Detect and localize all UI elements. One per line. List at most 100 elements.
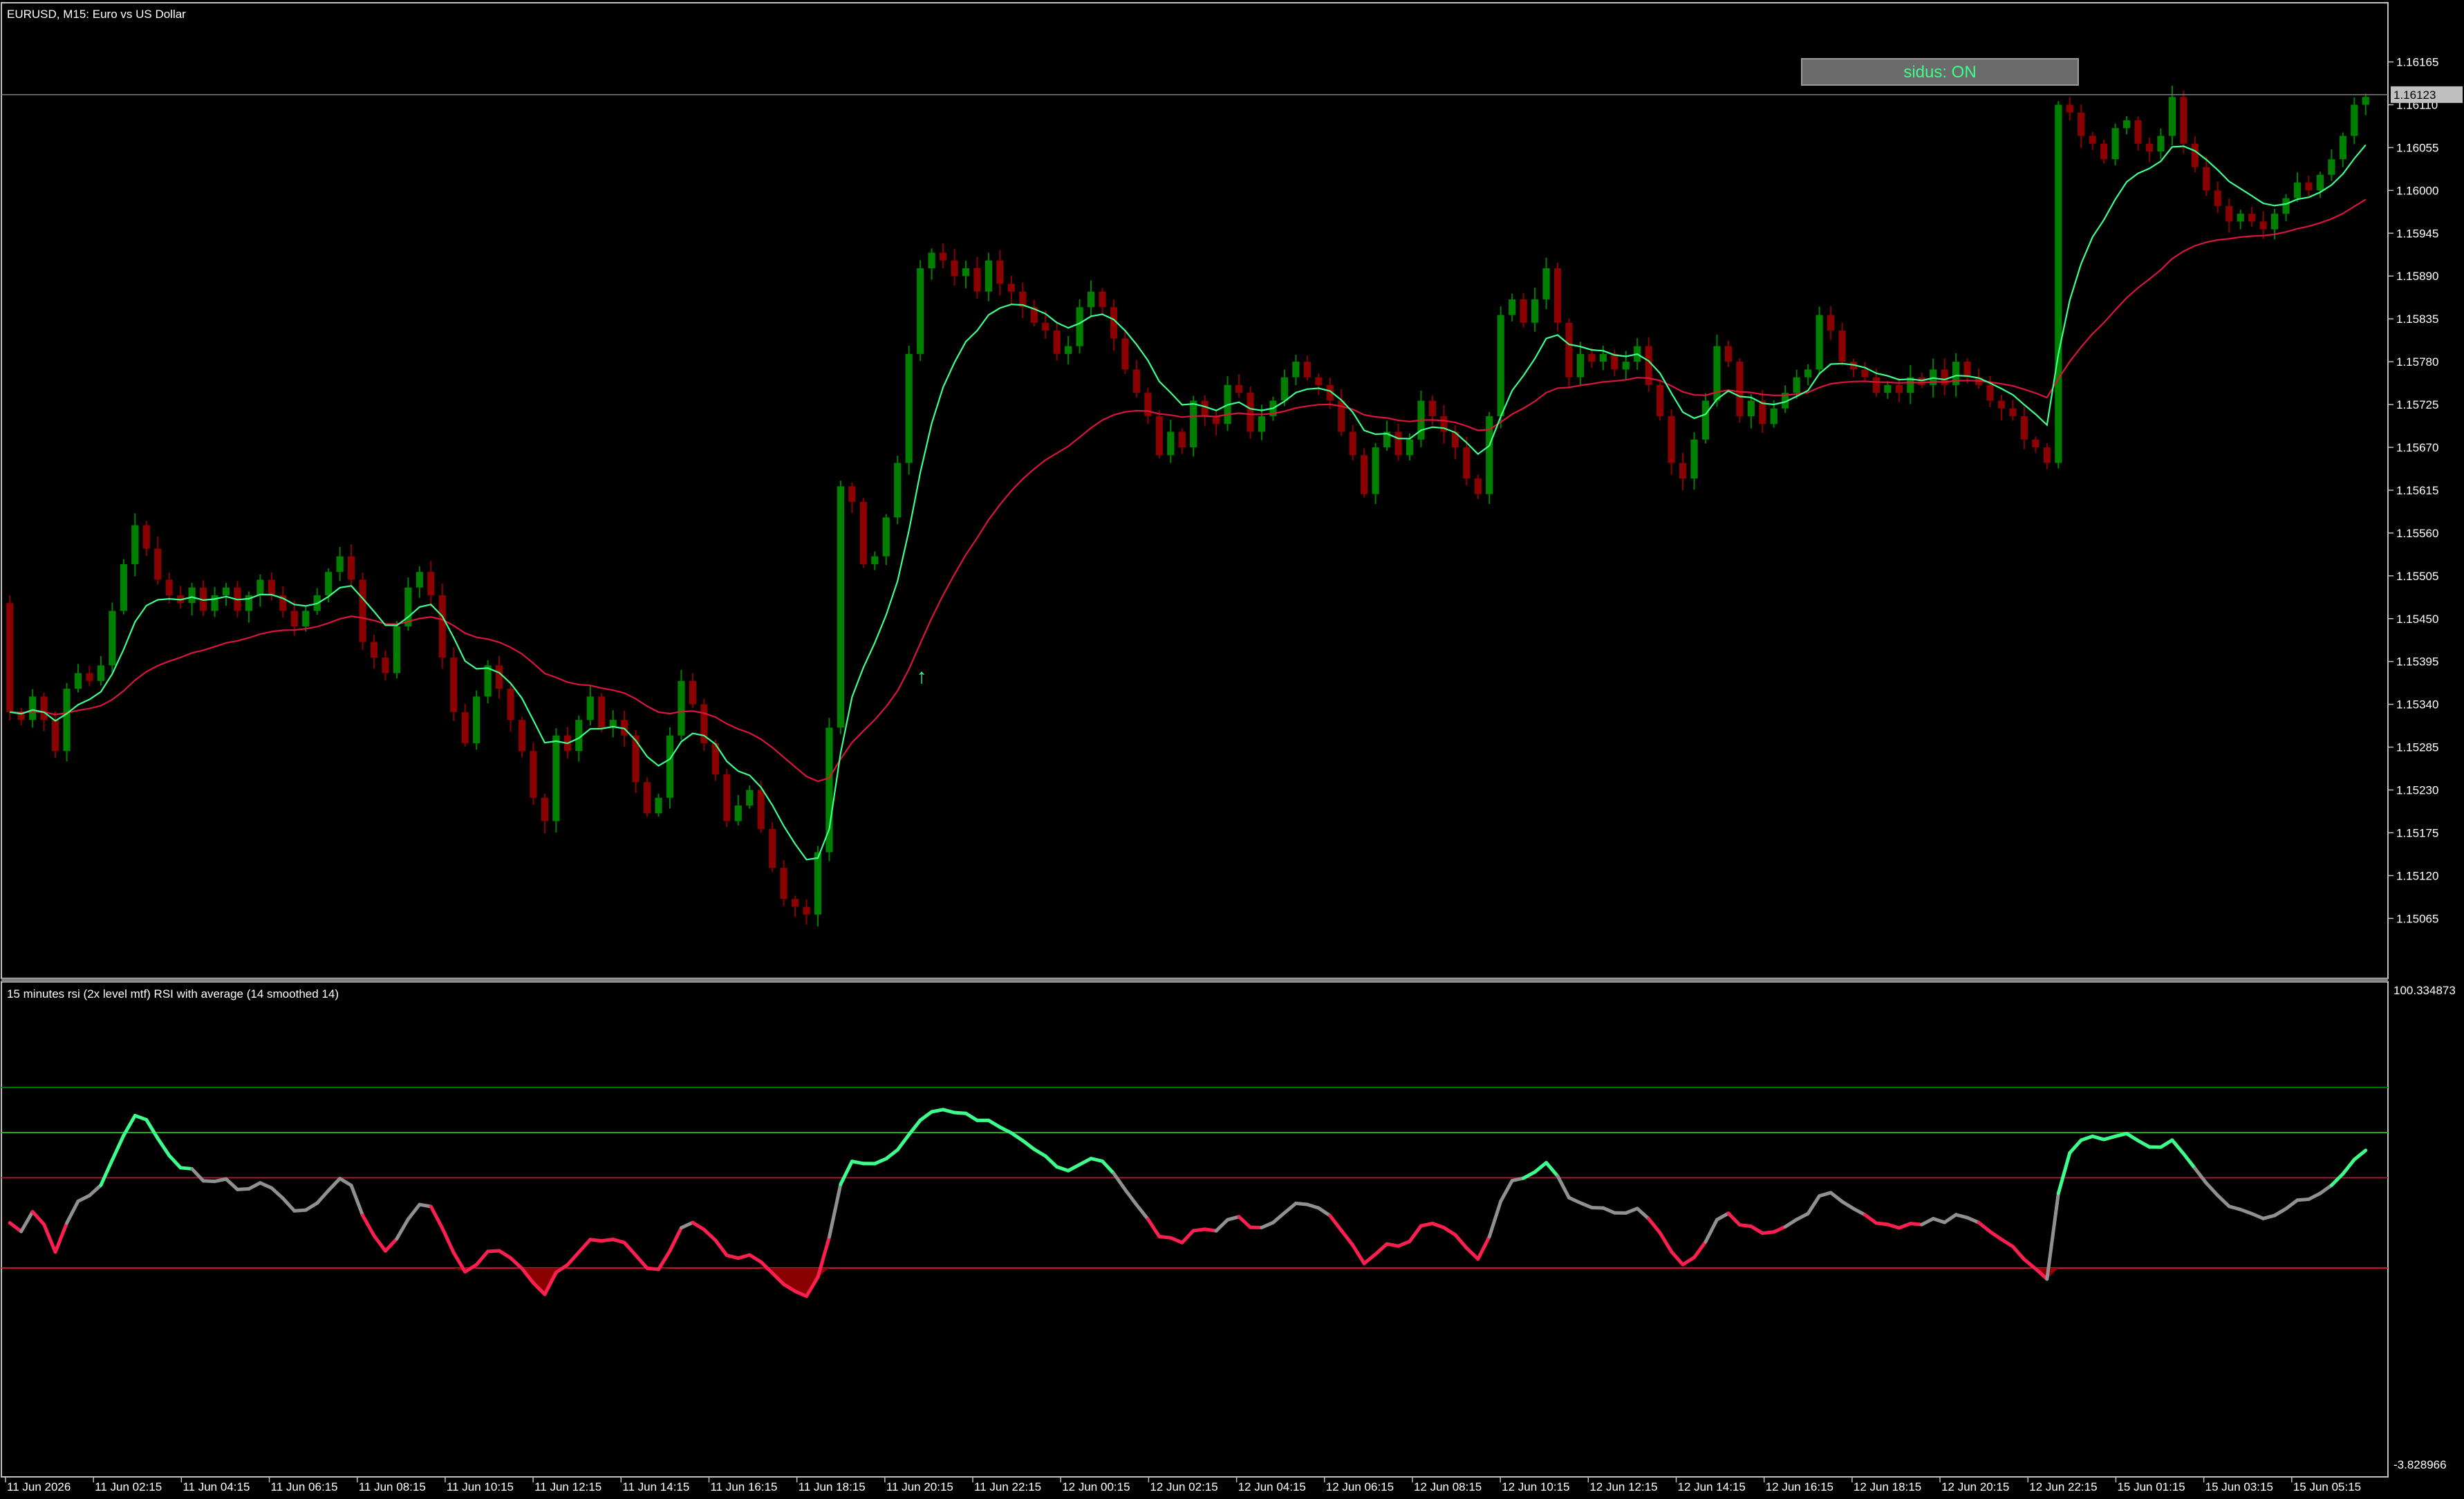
candle-body — [905, 353, 913, 463]
candle-body — [1520, 299, 1527, 323]
candle-body — [2089, 136, 2096, 144]
price-label: 1.15065 — [2396, 912, 2438, 925]
candle-body — [97, 665, 105, 681]
panel-separator[interactable] — [1, 978, 2388, 982]
time-label: 12 Jun 12:15 — [1589, 1480, 1657, 1493]
candle-body — [1963, 362, 1971, 378]
candle-body — [632, 735, 640, 783]
candle-body — [74, 673, 82, 689]
candle-body — [848, 486, 856, 502]
rsi-min-label: -3.828966 — [2393, 1458, 2447, 1471]
candle-body — [1349, 431, 1356, 456]
candle-body — [1053, 330, 1061, 354]
candle-body — [996, 260, 1004, 284]
candle-body — [382, 658, 389, 673]
candle-body — [655, 797, 662, 814]
candle-body — [769, 828, 776, 868]
candle-body — [393, 626, 401, 673]
time-label: 11 Jun 18:15 — [799, 1480, 866, 1493]
price-label: 1.15120 — [2396, 869, 2438, 882]
candle-body — [984, 260, 993, 292]
candle-body — [1701, 400, 1710, 440]
candle-body — [2145, 143, 2154, 152]
candle-body — [131, 525, 139, 564]
candle-body — [109, 611, 116, 666]
time-label: 12 Jun 14:15 — [1678, 1480, 1746, 1493]
candle-body — [894, 463, 902, 518]
price-label: 1.15395 — [2396, 655, 2438, 669]
time-label: 11 Jun 10:15 — [447, 1480, 514, 1493]
time-label: 12 Jun 08:15 — [1414, 1480, 1482, 1493]
candle-body — [1280, 377, 1289, 401]
price-label: 1.15285 — [2396, 741, 2438, 754]
candle-body — [1065, 346, 1072, 354]
chart-background — [0, 0, 2464, 1499]
candle-body — [1872, 377, 1880, 393]
time-label: 11 Jun 02:15 — [95, 1480, 162, 1493]
candle-body — [1474, 478, 1482, 494]
rsi-segment — [850, 1160, 866, 1166]
candle-body — [2339, 136, 2346, 160]
candle-body — [325, 572, 333, 595]
candle-body — [859, 501, 867, 564]
candle-body — [586, 696, 594, 720]
candle-body — [40, 696, 48, 720]
candle-body — [1144, 393, 1152, 416]
svg-text:1.16123: 1.16123 — [2393, 89, 2436, 102]
candle-body — [2009, 408, 2017, 416]
candle-body — [1861, 369, 1869, 378]
candle-body — [1827, 315, 1835, 331]
candle-body — [1258, 416, 1266, 432]
candle-body — [541, 797, 549, 821]
price-label: 1.15725 — [2396, 398, 2438, 411]
candle-body — [723, 774, 731, 821]
candle-body — [917, 268, 924, 354]
candle-body — [63, 689, 71, 752]
candle-body — [1509, 299, 1516, 315]
price-label: 1.15340 — [2396, 698, 2438, 711]
candle-body — [29, 696, 37, 720]
candle-body — [1838, 330, 1846, 362]
time-label: 11 Jun 04:15 — [183, 1480, 250, 1493]
candle-body — [222, 587, 230, 595]
rsi-segment — [1510, 1176, 1526, 1183]
candle-body — [1087, 291, 1095, 308]
sidus-button-label: sidus: ON — [1903, 63, 1976, 82]
mt5-chart[interactable]: EURUSD, M15: Euro vs US Dollar sidus: ON… — [0, 0, 2464, 1499]
price-label: 1.15450 — [2396, 613, 2438, 626]
candle-body — [370, 642, 378, 658]
candle-body — [1315, 377, 1323, 385]
candle-body — [780, 868, 787, 900]
candle-body — [1576, 353, 1585, 378]
candle-body — [530, 751, 537, 798]
rsi-segment — [213, 1177, 228, 1184]
price-axis[interactable]: 1.161651.161101.160551.160001.159451.158… — [2388, 56, 2438, 926]
candle-body — [962, 268, 970, 277]
chart-title: EURUSD, M15: Euro vs US Dollar — [7, 8, 186, 21]
candle-body — [461, 711, 469, 743]
candle-body — [666, 735, 674, 798]
candle-body — [2282, 198, 2290, 214]
candle-body — [51, 720, 59, 752]
candle-body — [2293, 183, 2302, 198]
candle-body — [347, 556, 355, 580]
candle-body — [2122, 120, 2131, 129]
candle-body — [450, 658, 458, 712]
candle-body — [2020, 416, 2028, 440]
price-label: 1.16000 — [2396, 184, 2438, 197]
candle-body — [1007, 283, 1015, 292]
candle-body — [2270, 214, 2279, 230]
time-label: 12 Jun 18:15 — [1854, 1480, 1921, 1493]
time-label: 11 Jun 12:15 — [534, 1480, 601, 1493]
candle-body — [1884, 384, 1892, 393]
candle-body — [1553, 268, 1562, 323]
candle-body — [1793, 377, 1800, 393]
rsi-segment — [1419, 1221, 1435, 1228]
candle-body — [1190, 400, 1197, 448]
candle-body — [1201, 400, 1208, 416]
time-label: 12 Jun 22:15 — [2029, 1480, 2097, 1493]
price-label: 1.15890 — [2396, 270, 2438, 283]
sidus-toggle-button[interactable]: sidus: ON — [1801, 58, 2079, 86]
time-label: 12 Jun 16:15 — [1766, 1480, 1833, 1493]
candle-body — [256, 579, 264, 595]
